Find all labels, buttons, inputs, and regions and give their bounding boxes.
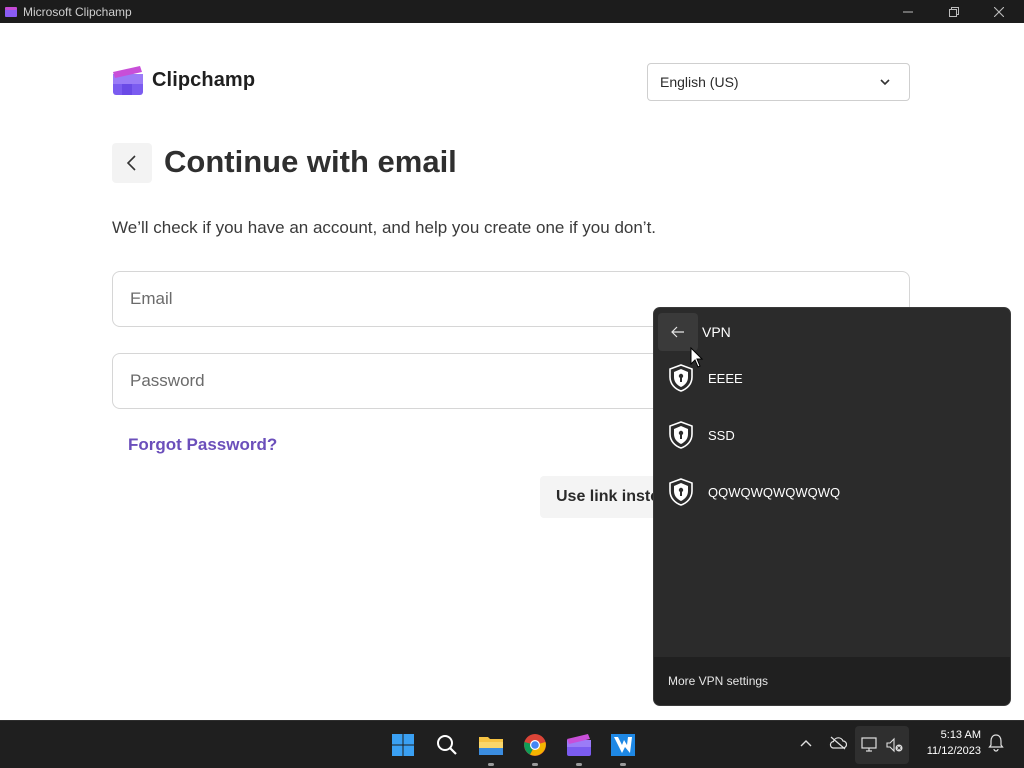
clipchamp-logo: Clipchamp [112,64,255,96]
close-icon [994,6,1004,17]
clipchamp-taskbar-button[interactable] [564,730,594,760]
app-taskbar-button[interactable] [608,730,638,760]
taskbar [0,720,1024,768]
volume-muted-icon [886,737,903,753]
onedrive-button[interactable] [828,733,848,753]
search-button[interactable] [432,730,462,760]
vpn-item-name: EEEE [708,370,743,386]
page-title: Continue with email [164,144,457,179]
clock-date: 11/12/2023 [926,745,981,757]
network-icon [861,737,877,752]
clock-time: 5:13 AM [940,729,981,741]
restore-icon [949,6,959,17]
forgot-password-link[interactable]: Forgot Password? [128,435,277,455]
running-indicator [532,763,538,766]
notifications-button[interactable] [986,733,1006,753]
window-title: Microsoft Clipchamp [23,4,132,19]
vpn-flyout-header: VPN [658,312,998,352]
minimize-button[interactable] [885,0,931,23]
cloud-off-icon [829,736,847,750]
page-subtext: We’ll check if you have an account, and … [112,218,657,237]
more-vpn-settings-link[interactable]: More VPN settings [654,657,1010,705]
vpn-item[interactable]: EEEE [668,361,988,395]
file-explorer-icon [479,737,503,755]
file-explorer-button[interactable] [476,730,506,760]
arrow-left-icon [671,326,684,338]
chevron-up-icon [800,740,812,747]
vpn-flyout: VPN EEEE SSD QQWQWQWQWQWQ More VPN setti… [653,307,1011,706]
language-select-value: English (US) [660,74,739,90]
email-placeholder: Email [130,289,173,308]
vpn-item-name: QQWQWQWQWQWQ [708,484,841,500]
start-button[interactable] [388,730,418,760]
bell-icon [988,734,1004,752]
language-select[interactable]: English (US) [647,63,910,101]
vpn-item[interactable]: SSD [668,418,988,452]
chrome-icon [524,734,546,756]
mouse-cursor-icon [690,347,704,368]
chrome-button[interactable] [520,730,550,760]
vpn-shield-icon [669,421,693,449]
clipchamp-logo-icon [113,66,143,95]
search-icon [437,735,457,755]
clipchamp-icon [567,734,591,756]
running-indicator [620,763,626,766]
password-placeholder: Password [130,371,205,390]
app-icon [611,734,635,756]
vpn-flyout-title: VPN [702,324,731,340]
logo-text: Clipchamp [152,68,256,91]
quick-settings-button[interactable] [855,726,909,764]
vpn-item[interactable]: QQWQWQWQWQWQ [668,475,988,509]
vpn-back-button[interactable] [658,313,698,351]
running-indicator [576,763,582,766]
taskbar-clock[interactable]: 5:13 AM 11/12/2023 [915,727,981,759]
close-button[interactable] [976,0,1022,23]
restore-button[interactable] [931,0,977,23]
vpn-item-name: SSD [708,427,735,443]
window-titlebar: Microsoft Clipchamp [0,0,1024,23]
start-icon [392,734,414,756]
show-hidden-icons-button[interactable] [798,733,814,753]
running-indicator [488,763,494,766]
back-button[interactable] [112,143,152,183]
chevron-left-icon [126,155,136,171]
clipchamp-app-icon [5,6,17,17]
minimize-icon [903,11,913,12]
vpn-shield-icon [669,478,693,506]
chevron-down-icon [880,79,890,86]
